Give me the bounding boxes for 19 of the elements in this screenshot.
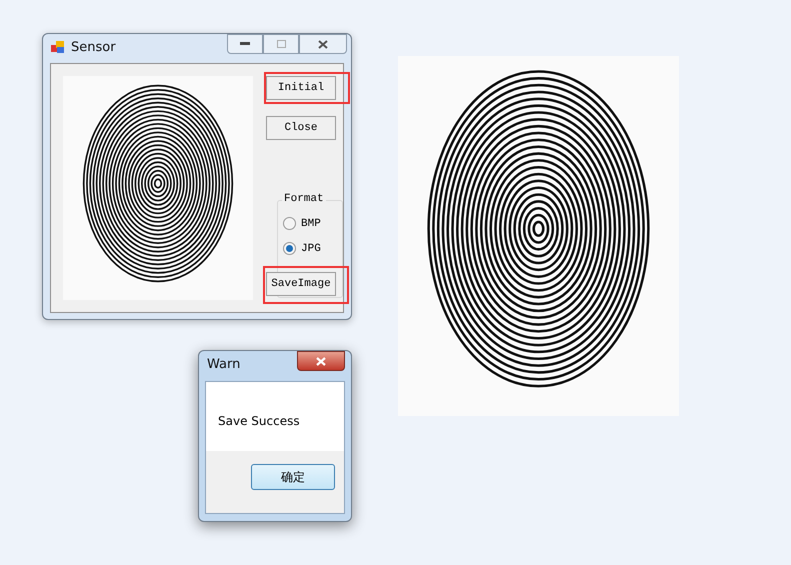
dialog-title: Warn xyxy=(207,356,240,372)
radio-button[interactable] xyxy=(283,217,296,230)
close-icon xyxy=(316,356,326,366)
close-icon xyxy=(318,40,328,48)
window-title: Sensor xyxy=(71,40,116,54)
minimize-icon xyxy=(240,42,250,46)
message-text: Save Success xyxy=(218,414,300,428)
close-button[interactable] xyxy=(297,351,345,371)
maximize-icon xyxy=(276,40,286,48)
radio-label: BMP xyxy=(301,218,321,230)
action-button[interactable]: Initial xyxy=(266,76,336,100)
radio-label: JPG xyxy=(301,242,321,254)
radio-button[interactable] xyxy=(283,242,296,255)
save-image-button[interactable]: SaveImage xyxy=(266,272,336,296)
action-button[interactable]: Close xyxy=(266,116,336,140)
minimize-button[interactable] xyxy=(227,34,263,54)
ok-button[interactable]: 确定 xyxy=(251,464,335,490)
app-icon xyxy=(51,40,65,54)
close-button[interactable] xyxy=(299,34,347,54)
